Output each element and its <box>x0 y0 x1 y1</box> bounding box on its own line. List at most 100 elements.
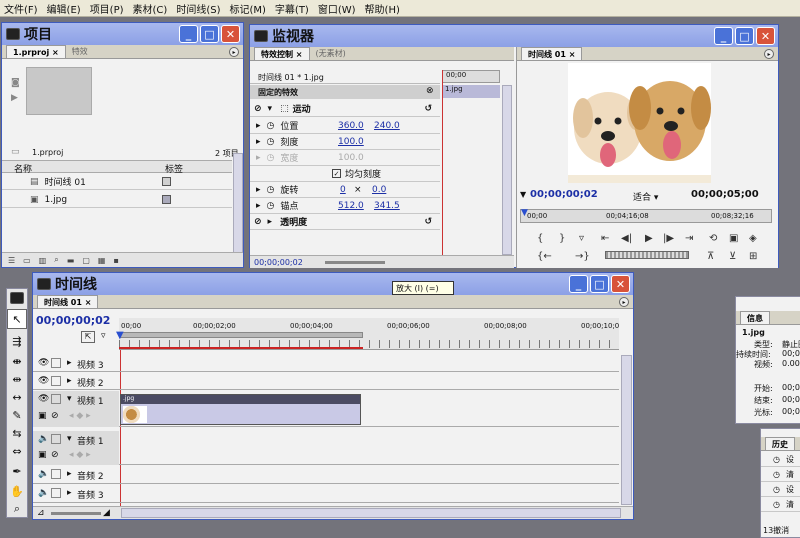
expand-icon[interactable]: ▸ <box>268 217 273 227</box>
selection-tool[interactable]: ↖ <box>7 309 27 329</box>
go-to-out-icon[interactable]: ⇥ <box>685 233 693 244</box>
menu-window[interactable]: 窗口(W) <box>318 1 356 16</box>
rotation-turns[interactable]: 0 <box>340 185 346 195</box>
zoom-slider[interactable] <box>324 260 385 264</box>
next-edit-icon[interactable]: →} <box>575 251 590 262</box>
stopwatch-icon[interactable]: ◷ <box>267 121 275 131</box>
expand-icon[interactable]: ▸ <box>256 137 261 147</box>
expand-icon[interactable]: ▸ <box>67 358 72 368</box>
tab-info[interactable]: 信息 <box>740 311 770 324</box>
position-y[interactable]: 240.0 <box>374 121 400 131</box>
playhead-icon[interactable]: ▼ <box>116 330 124 341</box>
expand-icon[interactable]: ▾ <box>67 434 72 444</box>
play-button[interactable]: ▶ <box>645 233 653 244</box>
automate-icon[interactable]: ▥ <box>39 256 47 265</box>
tab-program-timeline[interactable]: 时间线 01 × <box>521 47 583 60</box>
clip-jpg[interactable]: .jpg <box>120 394 361 425</box>
lock-box[interactable] <box>51 394 61 404</box>
rate-stretch-tool[interactable]: ↔ <box>7 387 27 407</box>
eye-icon[interactable]: 👁 <box>38 358 49 368</box>
set-marker-icon[interactable]: ▿ <box>101 331 106 341</box>
history-item[interactable]: ◷ 清 <box>761 498 800 512</box>
lock-box[interactable] <box>51 434 61 444</box>
anchor-x[interactable]: 512.0 <box>338 201 364 211</box>
maximize-button[interactable]: □ <box>200 25 219 43</box>
expand-icon[interactable]: ▸ <box>256 185 261 195</box>
speaker-icon[interactable]: 🔈 <box>38 488 49 498</box>
fx-scrollbar[interactable] <box>502 85 512 255</box>
track-select-tool[interactable]: ⇶ <box>7 331 27 351</box>
lock-box[interactable] <box>51 488 61 498</box>
collapse-icon[interactable]: ⊗ <box>426 86 434 96</box>
zoom-tool[interactable]: ⌕ <box>7 499 27 519</box>
tab-history[interactable]: 历史 <box>765 437 795 450</box>
anchor-y[interactable]: 341.5 <box>374 201 400 211</box>
keyframe-icon[interactable]: ⊘ <box>51 450 59 460</box>
slide-tool[interactable]: ⇔ <box>7 441 27 461</box>
icon-view-icon[interactable]: ▭ <box>23 256 31 265</box>
menu-project[interactable]: 项目(P) <box>90 1 124 16</box>
close-icon[interactable]: × <box>85 298 92 307</box>
fx-toggle-icon[interactable]: ⊘ <box>254 217 262 227</box>
safe-margins-icon[interactable]: ▣ <box>729 233 738 244</box>
history-item[interactable]: ◷ 设 <box>761 453 800 467</box>
reset-icon[interactable]: ↺ <box>424 104 432 114</box>
lock-box[interactable] <box>51 469 61 479</box>
close-button[interactable]: ✕ <box>611 275 630 293</box>
slip-tool[interactable]: ⇆ <box>7 423 27 443</box>
clear-icon[interactable]: ▦ <box>98 256 106 265</box>
zoom-in-icon[interactable]: ◢ <box>103 508 110 518</box>
list-item[interactable]: ▣ 1.jpg <box>2 192 232 208</box>
expand-icon[interactable]: ▸ <box>67 469 72 479</box>
menu-help[interactable]: 帮助(H) <box>365 1 400 16</box>
panel-menu-icon[interactable]: ▸ <box>229 47 239 57</box>
list-view-icon[interactable]: ☰ <box>8 256 15 265</box>
tab-project[interactable]: 1.prproj × <box>6 45 66 58</box>
minimize-button[interactable]: _ <box>714 27 733 45</box>
tab-no-clip[interactable]: (无素材) <box>310 47 352 60</box>
menu-file[interactable]: 文件(F) <box>4 1 38 16</box>
rolling-edit-tool[interactable]: ⇹ <box>7 369 27 389</box>
monitor-titlebar[interactable]: 监视器 _ □ ✕ <box>250 25 778 47</box>
loop-icon[interactable]: ⟲ <box>709 233 717 244</box>
work-area-bar[interactable] <box>119 332 363 338</box>
fx-motion-row[interactable]: ⊘ ▾ ⬚ 运动 ↺ <box>250 101 440 117</box>
expand-icon[interactable]: ▸ <box>256 121 261 131</box>
fx-footer-time[interactable]: 00;00;00;02 <box>254 258 303 267</box>
panel-menu-icon[interactable]: ▸ <box>764 49 774 59</box>
tab-effects[interactable]: 特效 <box>66 45 94 58</box>
ripple-edit-tool[interactable]: ⇼ <box>7 351 27 371</box>
speaker-icon[interactable]: 🔈 <box>38 434 49 444</box>
jog-shuttle[interactable] <box>605 251 689 259</box>
list-item[interactable]: ▤ 时间线 01 <box>2 174 232 190</box>
tab-effect-controls[interactable]: 特效控制 × <box>254 47 310 60</box>
close-icon[interactable]: × <box>569 50 576 59</box>
program-current-time[interactable]: 00;00;00;02 <box>530 189 598 200</box>
menu-edit[interactable]: 编辑(E) <box>47 1 81 16</box>
history-item[interactable]: ◷ 设 <box>761 483 800 497</box>
delete-icon[interactable]: ▪ <box>113 256 118 265</box>
lift-icon[interactable]: ⊼ <box>707 251 714 262</box>
display-style-icon[interactable]: ▣ <box>38 411 47 421</box>
close-icon[interactable]: × <box>52 48 59 57</box>
set-marker-icon[interactable]: ▿ <box>579 233 584 244</box>
project-titlebar[interactable]: 项目 _ □ ✕ <box>2 23 243 45</box>
timeline-hscroll[interactable] <box>121 508 621 518</box>
prev-edit-icon[interactable]: {← <box>537 251 552 262</box>
timeline-vscroll[interactable] <box>621 355 632 505</box>
trim-icon[interactable]: ⊞ <box>749 251 757 262</box>
eye-icon[interactable]: 👁 <box>38 394 49 404</box>
menu-clip[interactable]: 素材(C) <box>133 1 168 16</box>
output-icon[interactable]: ◈ <box>749 233 757 244</box>
eye-icon[interactable]: 👁 <box>38 376 49 386</box>
close-icon[interactable]: × <box>296 50 303 59</box>
mark-in-icon[interactable]: { <box>537 233 543 244</box>
razor-tool[interactable]: ✎ <box>7 405 27 425</box>
stopwatch-icon[interactable]: ◷ <box>267 201 275 211</box>
minimize-button[interactable]: _ <box>179 25 198 43</box>
history-item[interactable]: ◷ 清 <box>761 468 800 482</box>
find-icon[interactable]: ⌕ <box>54 255 58 265</box>
fx-opacity-row[interactable]: ⊘ ▸ 透明度 ↺ <box>250 214 440 230</box>
panel-menu-icon[interactable]: ▸ <box>619 297 629 307</box>
rotation-degrees[interactable]: 0.0 <box>372 185 386 195</box>
